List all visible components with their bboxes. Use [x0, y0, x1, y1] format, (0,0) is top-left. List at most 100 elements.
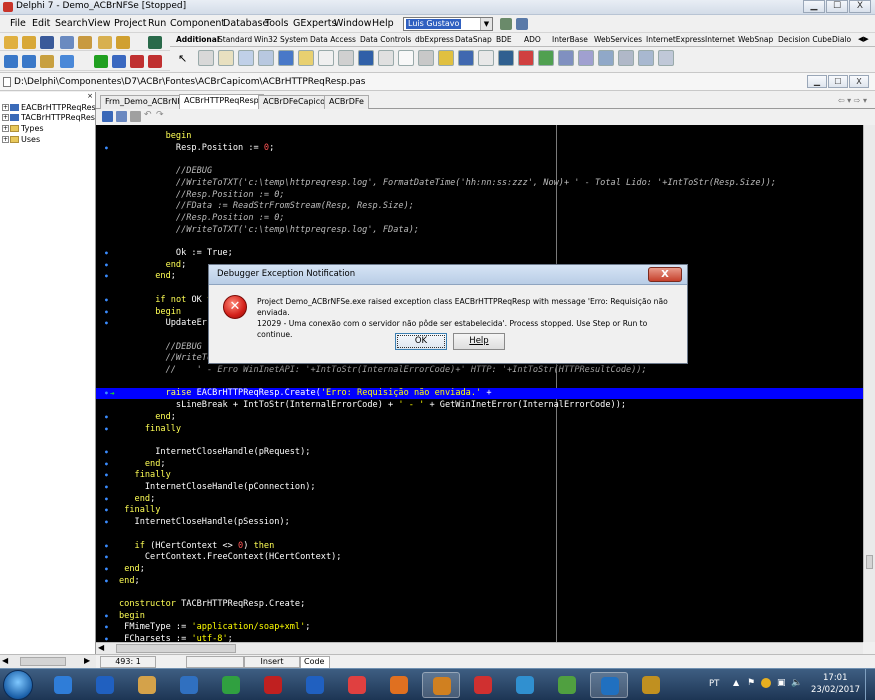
menu-component[interactable]: Component: [170, 18, 225, 29]
code-line[interactable]: • CertContext.FreeContext(HCertContext);: [96, 552, 863, 563]
open-project-icon[interactable]: [78, 36, 92, 49]
colorbox-icon[interactable]: [498, 50, 514, 66]
breakpoint-dot-icon[interactable]: •: [104, 260, 109, 271]
tree-item-types[interactable]: + Types: [2, 124, 96, 133]
code-line[interactable]: [96, 236, 863, 247]
breakpoint-dot-icon[interactable]: •: [104, 271, 109, 282]
drawgrid-icon[interactable]: [278, 50, 294, 66]
code-line[interactable]: constructor TACBrHTTPReqResp.Create;: [96, 599, 863, 610]
taskbar-app-button[interactable]: [506, 672, 544, 698]
trace-into-icon[interactable]: [130, 55, 144, 68]
palette-tab-interbase[interactable]: InterBase: [552, 35, 588, 44]
twilightcolormap-icon[interactable]: [638, 50, 654, 66]
palette-tab-system[interactable]: System: [280, 35, 308, 44]
breakpoint-dot-icon[interactable]: •: [104, 459, 109, 470]
code-line[interactable]: • end;: [96, 494, 863, 505]
palette-scroll-icon[interactable]: ◀▶: [858, 35, 869, 43]
code-line[interactable]: • end;: [96, 412, 863, 423]
tree-item-eacbrhttpreqresp[interactable]: + EACBrHTTPReqRes: [2, 103, 96, 112]
xpcolormap-icon[interactable]: [598, 50, 614, 66]
splitter-icon[interactable]: [378, 50, 394, 66]
code-line[interactable]: [96, 377, 863, 388]
actiontoolbar-icon[interactable]: [578, 50, 594, 66]
breakpoint-dot-icon[interactable]: •: [104, 295, 109, 306]
palette-tab-dbexpress[interactable]: dbExpress: [415, 35, 454, 44]
scroll-right-icon[interactable]: ▶: [84, 656, 90, 665]
menu-edit[interactable]: Edit: [32, 18, 50, 29]
code-line[interactable]: // ' - Erro WinInetAPI: '+IntToStr(Inter…: [96, 365, 863, 376]
taskbar-app-button[interactable]: [422, 672, 460, 698]
editor-minimize-button[interactable]: ▁: [807, 75, 827, 88]
palette-tab-dialogs[interactable]: Dialo: [832, 35, 851, 44]
tree-item-uses[interactable]: + Uses: [2, 135, 96, 144]
code-line[interactable]: • finally: [96, 505, 863, 516]
tray-expand-icon[interactable]: ▲: [733, 678, 739, 687]
palette-tab-websnap[interactable]: WebSnap: [738, 35, 773, 44]
editor-maximize-button[interactable]: ☐: [828, 75, 848, 88]
breakpoint-dot-icon[interactable]: •: [104, 447, 109, 458]
palette-tab-internetexpress[interactable]: InternetExpress: [646, 35, 705, 44]
applicationevents-icon[interactable]: [438, 50, 454, 66]
help-contents-icon[interactable]: [148, 36, 162, 49]
stringgrid-icon[interactable]: [258, 50, 274, 66]
pause-icon[interactable]: [112, 55, 126, 68]
taskbar-app-button[interactable]: [128, 672, 166, 698]
new-icon[interactable]: [4, 36, 18, 49]
code-line[interactable]: [96, 435, 863, 446]
standardcolormap-icon[interactable]: [618, 50, 634, 66]
volume-icon[interactable]: 🔈: [791, 678, 802, 688]
network-icon[interactable]: ▣: [777, 678, 786, 688]
breakpoint-dot-icon[interactable]: •: [104, 307, 109, 318]
code-line[interactable]: • if (HCertContext <> 0) then: [96, 541, 863, 552]
code-line[interactable]: • finally: [96, 424, 863, 435]
close-button[interactable]: X: [849, 0, 871, 13]
breakpoint-dot-icon[interactable]: •: [104, 552, 109, 563]
palette-tab-standard[interactable]: Standard: [218, 35, 252, 44]
update-icon[interactable]: [761, 678, 771, 688]
breakpoint-dot-icon[interactable]: •: [104, 248, 109, 259]
actionmainmenubar-icon[interactable]: [558, 50, 574, 66]
customizedlg-icon[interactable]: [658, 50, 674, 66]
taskbar-app-button[interactable]: [44, 672, 82, 698]
code-line[interactable]: • Resp.Position := 0;: [96, 143, 863, 154]
code-line[interactable]: • InternetCloseHandle(pRequest);: [96, 447, 863, 458]
help-button[interactable]: Help: [453, 333, 505, 350]
editor-close-button[interactable]: X: [849, 75, 869, 88]
breakpoint-dot-icon[interactable]: •: [104, 611, 109, 622]
palette-tab-additional[interactable]: Additional: [176, 35, 219, 44]
clock-date[interactable]: 23/02/2017: [811, 685, 860, 695]
labeledit-icon[interactable]: [478, 50, 494, 66]
undo-icon[interactable]: ↶: [144, 110, 152, 120]
new-form-icon[interactable]: [60, 55, 74, 68]
view-form-icon[interactable]: [22, 55, 36, 68]
flag-icon[interactable]: ⚑: [747, 678, 755, 688]
pointer-icon[interactable]: ↖: [178, 52, 187, 65]
open-icon[interactable]: [22, 36, 36, 49]
breakpoint-dot-icon[interactable]: •: [104, 634, 109, 642]
breakpoint-dot-icon[interactable]: •: [104, 424, 109, 435]
people-icon[interactable]: [516, 18, 528, 30]
code-line[interactable]: • finally: [96, 470, 863, 481]
tab-acbrhttpreqresp[interactable]: ACBrHTTPReqResp: [179, 94, 264, 109]
cut-icon[interactable]: [102, 111, 113, 122]
palette-tab-datasnap[interactable]: DataSnap: [455, 35, 492, 44]
code-line[interactable]: //Resp.Position := 0;: [96, 213, 863, 224]
code-line[interactable]: • begin: [96, 611, 863, 622]
code-line[interactable]: • end;: [96, 576, 863, 587]
palette-tab-bde[interactable]: BDE: [496, 35, 512, 44]
gexperts-icon[interactable]: [500, 18, 512, 30]
breakpoint-dot-icon[interactable]: •: [104, 470, 109, 481]
taskbar-app-button[interactable]: [338, 672, 376, 698]
run-icon[interactable]: [94, 55, 108, 68]
save-all-icon[interactable]: [60, 36, 74, 49]
tab-acbrdfe[interactable]: ACBrDFe: [324, 95, 369, 109]
scrollbox-icon[interactable]: [358, 50, 374, 66]
language-indicator[interactable]: PT: [709, 679, 719, 689]
hscroll-left-icon[interactable]: ◀: [98, 643, 104, 652]
speedbutton-icon[interactable]: [218, 50, 234, 66]
breakpoint-dot-icon[interactable]: •: [104, 143, 109, 154]
valuelisteditor-icon[interactable]: [458, 50, 474, 66]
code-line[interactable]: • FMimeType := 'application/soap+xml';: [96, 622, 863, 633]
redo-icon[interactable]: ↷: [156, 110, 164, 120]
taskbar-app-button[interactable]: [464, 672, 502, 698]
